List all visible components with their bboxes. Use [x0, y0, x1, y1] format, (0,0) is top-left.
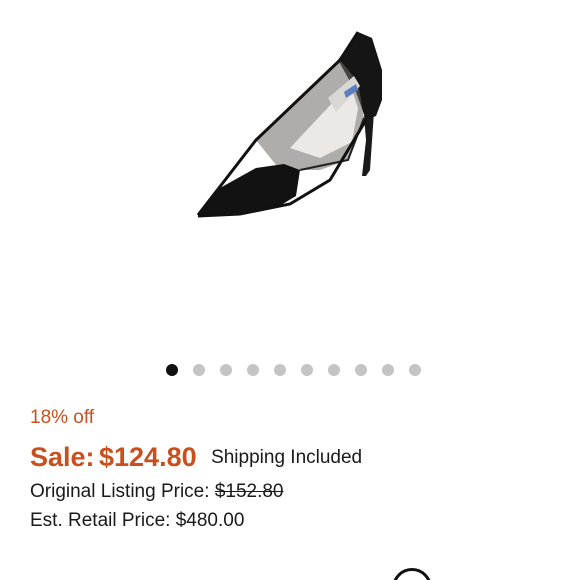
- discount-label: 18% off: [30, 407, 95, 428]
- retail-price-row: Est. Retail Price: $480.00: [30, 510, 244, 532]
- carousel-dot[interactable]: [409, 364, 421, 376]
- carousel-dot[interactable]: [193, 364, 205, 376]
- original-price-row: Original Listing Price: $152.80: [30, 481, 284, 503]
- sale-label: Sale:: [30, 442, 95, 472]
- carousel-dot[interactable]: [328, 364, 340, 376]
- retail-price: $480.00: [175, 510, 245, 531]
- retail-price-label: Est. Retail Price:: [30, 510, 171, 531]
- carousel-dot[interactable]: [247, 364, 259, 376]
- carousel-dot[interactable]: [382, 364, 394, 376]
- original-price: $152.80: [214, 481, 284, 502]
- carousel-dot[interactable]: [301, 364, 313, 376]
- partial-circle-icon[interactable]: [392, 568, 432, 580]
- image-carousel-dots: [0, 364, 580, 378]
- carousel-dot[interactable]: [274, 364, 286, 376]
- sale-price: $124.80: [99, 442, 197, 472]
- shoe-illustration: [196, 31, 382, 218]
- shipping-info: Shipping Included: [211, 447, 363, 468]
- carousel-dot[interactable]: [166, 364, 178, 376]
- sale-price-row: Sale: $124.80 Shipping Included: [30, 442, 362, 478]
- product-image[interactable]: [0, 0, 580, 350]
- original-price-label: Original Listing Price:: [30, 481, 210, 502]
- carousel-dot[interactable]: [220, 364, 232, 376]
- carousel-dot[interactable]: [355, 364, 367, 376]
